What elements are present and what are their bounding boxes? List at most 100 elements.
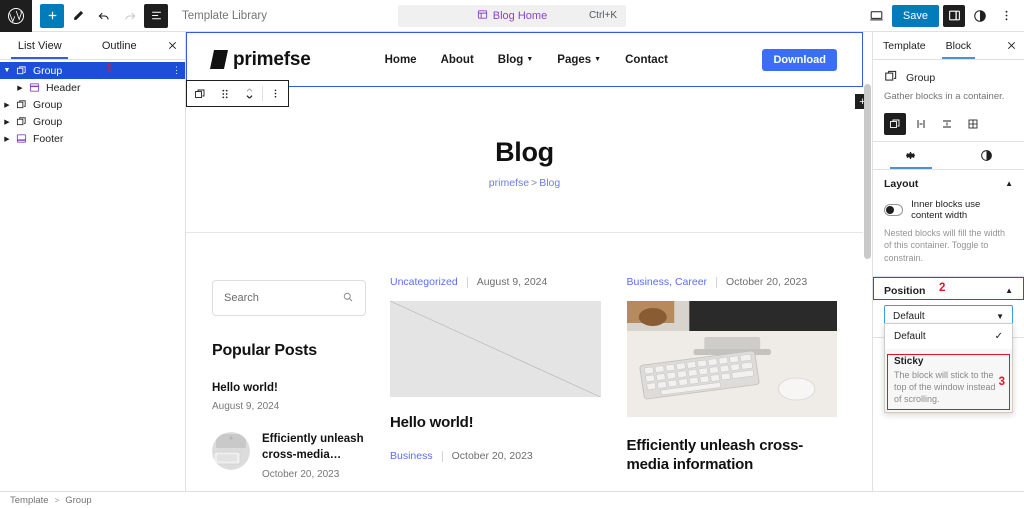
post-title[interactable]: Hello world!	[390, 413, 601, 432]
download-button[interactable]: Download	[762, 48, 837, 71]
popular-posts-heading: Popular Posts	[212, 342, 317, 359]
drag-handle-icon[interactable]	[212, 88, 237, 100]
nav-item-pages[interactable]: Pages ▼	[557, 54, 601, 66]
block-tree-item-header[interactable]: ▶ Header	[0, 79, 185, 96]
position-option-label: Sticky	[894, 355, 924, 367]
chevron-right-icon[interactable]: ▶	[13, 84, 27, 92]
inner-blocks-content-width-toggle[interactable]: Inner blocks use content width	[884, 199, 1013, 221]
popular-post-item[interactable]: Hello world! August 9, 2024	[212, 382, 366, 412]
editor-canvas[interactable]: primefse Home About Blog ▼ Pages ▼ Contact…	[186, 32, 872, 491]
tab-outline[interactable]: Outline	[80, 32, 160, 59]
post-title[interactable]: Efficiently unleash cross-media informat…	[627, 436, 838, 474]
grid-variation-button[interactable]	[962, 113, 984, 135]
post-thumbnail	[212, 432, 250, 470]
breadcrumb: primefse > Blog	[186, 177, 863, 189]
annotation-2: 2	[939, 281, 946, 294]
move-up-down-icon[interactable]	[237, 87, 262, 100]
block-toolbar	[186, 80, 289, 107]
list-view-icon[interactable]	[144, 3, 168, 28]
tab-template[interactable]: Template	[873, 32, 936, 59]
site-logo[interactable]: primefse	[209, 49, 311, 71]
undo-button[interactable]	[92, 4, 116, 28]
desktop-preview-icon[interactable]	[866, 5, 888, 27]
breadcrumb-root[interactable]: Template	[10, 495, 49, 506]
meta-divider	[441, 450, 443, 462]
block-tree-item-footer[interactable]: ▶ Footer	[0, 130, 185, 147]
chevron-up-icon[interactable]: ▲	[1005, 179, 1013, 188]
save-button[interactable]: Save	[891, 4, 939, 27]
breadcrumb-separator: >	[54, 495, 60, 505]
close-icon[interactable]	[159, 32, 185, 59]
breadcrumb-root[interactable]: primefse	[489, 177, 529, 189]
tab-template-label: Template	[883, 39, 926, 52]
chevron-right-icon[interactable]: ▶	[0, 135, 14, 143]
chevron-down-icon: ▼	[526, 56, 534, 63]
list-view-panel: List View Outline ▼ Group 1 ⋮ ▶ Header ▶…	[0, 32, 186, 491]
block-type-icon[interactable]	[187, 88, 212, 100]
post-category[interactable]: Business, Career	[627, 276, 708, 288]
nav-item-blog[interactable]: Blog ▼	[498, 54, 534, 66]
post-meta: Business, Career October 20, 2023	[627, 276, 838, 288]
chevron-up-icon[interactable]: ▲	[1005, 286, 1013, 295]
gear-icon[interactable]	[873, 142, 949, 169]
styles-contrast-icon[interactable]	[949, 142, 1024, 169]
position-option-sticky[interactable]: Sticky The block will stick to the top o…	[885, 348, 1012, 413]
site-header[interactable]: primefse Home About Blog ▼ Pages ▼ Contact…	[188, 34, 861, 85]
toggle-switch[interactable]	[884, 203, 904, 216]
nav-label: Home	[384, 53, 417, 66]
site-navigation: Home About Blog ▼ Pages ▼ Contact	[385, 54, 668, 66]
post-category[interactable]: Uncategorized	[390, 276, 458, 288]
redo-button[interactable]	[118, 4, 142, 28]
chevron-right-icon[interactable]: ▶	[0, 118, 14, 126]
block-tree-item-group-root[interactable]: ▼ Group 1 ⋮	[0, 62, 185, 79]
breadcrumb-current[interactable]: Group	[65, 495, 91, 506]
archive-content: Search Popular Posts Hello world! August…	[186, 250, 863, 491]
block-options-icon[interactable]: ⋮	[172, 65, 181, 76]
wordpress-logo-icon[interactable]	[0, 0, 32, 32]
command-bar-title: Blog Home	[492, 9, 548, 22]
chevron-right-icon[interactable]: ▶	[0, 101, 14, 109]
post-category[interactable]: Business	[390, 450, 433, 462]
close-icon[interactable]	[998, 32, 1024, 59]
styles-contrast-icon[interactable]	[969, 5, 991, 27]
block-tree-item-group-2[interactable]: ▶ Group	[0, 96, 185, 113]
stack-variation-button[interactable]	[936, 113, 958, 135]
tab-outline-label: Outline	[101, 39, 137, 52]
block-info-card: Group Gather blocks in a container.	[873, 60, 1024, 142]
popular-post-item[interactable]: Efficiently unleash cross-media… October…	[212, 432, 366, 480]
post-meta: Business October 20, 2023	[390, 450, 601, 462]
group-variation-button[interactable]	[884, 112, 906, 135]
settings-sidebar-icon[interactable]	[943, 4, 965, 27]
more-options-icon[interactable]	[995, 5, 1017, 27]
post-card[interactable]: Uncategorized August 9, 2024 Hello world…	[390, 276, 601, 491]
block-tree: ▼ Group 1 ⋮ ▶ Header ▶ Group ▶ Group ▶ F…	[0, 60, 185, 147]
toggle-label: Inner blocks use content width	[911, 198, 981, 221]
canvas-scrollbar[interactable]	[864, 84, 871, 259]
tab-list-view[interactable]: List View	[0, 32, 80, 59]
add-block-button[interactable]	[40, 3, 64, 28]
nav-item-about[interactable]: About	[441, 54, 474, 66]
tab-block[interactable]: Block	[936, 32, 982, 59]
block-name: Group	[906, 71, 936, 84]
layout-panel: Layout ▲ Inner blocks use content width …	[873, 170, 1024, 277]
nav-item-contact[interactable]: Contact	[625, 54, 668, 66]
command-bar[interactable]: Blog Home Ctrl+K	[398, 4, 626, 27]
layout-panel-header[interactable]: Layout ▲	[884, 178, 1013, 190]
nav-label: About	[440, 53, 474, 66]
block-more-options-icon[interactable]	[263, 81, 288, 106]
search-icon[interactable]	[342, 291, 354, 306]
post-card[interactable]: Business, Career October 20, 2023 Effici…	[626, 276, 838, 491]
tab-block-label: Block	[945, 39, 972, 52]
row-variation-button[interactable]	[910, 113, 932, 135]
chevron-down-icon[interactable]: ▼	[0, 67, 14, 74]
block-tree-item-group-3[interactable]: ▶ Group	[0, 113, 185, 130]
nav-item-home[interactable]: Home	[385, 54, 417, 66]
position-panel-header[interactable]: Position ▲	[884, 285, 1013, 297]
settings-tabs: Template Block	[873, 32, 1024, 60]
search-input[interactable]: Search	[212, 280, 366, 316]
nav-label: Contact	[625, 53, 668, 66]
popular-post-date: August 9, 2024	[212, 401, 280, 412]
edit-tool-button[interactable]	[66, 4, 90, 28]
post-grid: Uncategorized August 9, 2024 Hello world…	[366, 250, 837, 491]
position-option-default[interactable]: Default ✓	[885, 324, 1012, 349]
